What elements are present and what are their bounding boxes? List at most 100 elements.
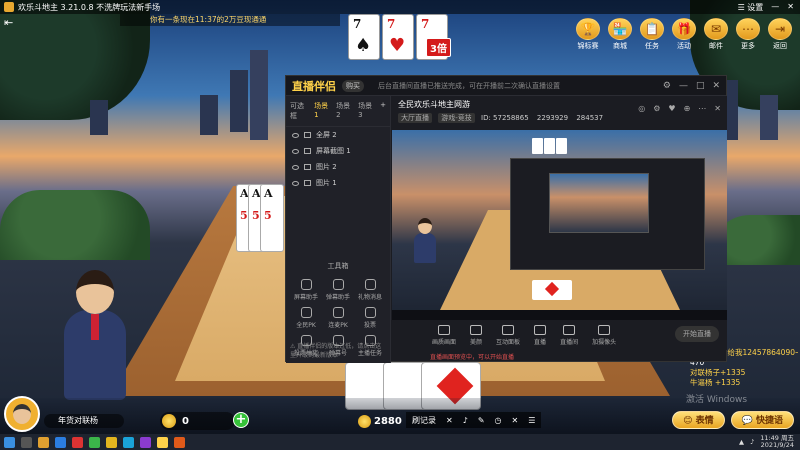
source-item[interactable]: 图片 2	[286, 159, 390, 175]
browser-icon[interactable]	[55, 436, 66, 448]
tool-screen-assistant[interactable]: 屏幕助手	[290, 279, 322, 301]
record-button[interactable]: 刷记录	[412, 415, 436, 426]
menu-icon[interactable]: ☰	[528, 416, 535, 425]
settings-button[interactable]: ☰ 设置	[738, 2, 764, 13]
room-info-bar: 全民欢乐斗地主网游 大厅直播 游戏-竞技 ID: 57258865 229392…	[392, 96, 727, 130]
add-icon[interactable]: ⊕	[684, 104, 691, 113]
eye-icon[interactable]	[292, 164, 299, 170]
stream-preview[interactable]	[392, 130, 727, 320]
opponent-avatar[interactable]	[60, 270, 130, 400]
start-live-button[interactable]: 开始直播	[675, 326, 719, 342]
more-icon[interactable]: ⋯	[698, 104, 706, 113]
ctrl-label: 直播间	[560, 338, 579, 346]
emoji-button[interactable]: 😊 表情	[672, 411, 725, 429]
target-icon[interactable]: ◎	[638, 104, 645, 113]
game-icon[interactable]	[106, 436, 117, 448]
eye-icon[interactable]	[292, 180, 299, 186]
menu-back[interactable]: ⇥ 返回	[766, 18, 794, 51]
live-button[interactable]: 直播	[534, 324, 546, 346]
menu-label: 锦标赛	[577, 42, 599, 50]
tool-link-pk[interactable]: 连麦PK	[322, 307, 354, 329]
update-warning[interactable]: ⚠ 直播伴侣的版本过低，请点击这里升级到最新版本	[290, 341, 386, 359]
more-icon: ⋯	[736, 18, 760, 40]
card-rank: A	[264, 187, 273, 200]
maximize-button[interactable]: □	[696, 81, 705, 91]
system-tray: ▲ ♪ 11:49 周五 2021/9/24	[739, 435, 800, 449]
close-icon[interactable]: ✕	[512, 416, 519, 425]
quality-button[interactable]: 画质画面	[432, 324, 457, 346]
network-icon[interactable]: ▲	[739, 438, 744, 446]
gear-icon[interactable]: ⚙	[653, 104, 660, 113]
settings-icon[interactable]: ⚙	[663, 81, 671, 91]
card-rank: 7	[387, 17, 396, 31]
wechat-icon[interactable]	[89, 436, 100, 448]
speaker-button[interactable]: 加摄像头	[592, 324, 616, 346]
microphone-button[interactable]: 直播间	[560, 324, 579, 346]
player-avatar[interactable]	[4, 396, 40, 432]
source-item[interactable]: 屏幕截图 1	[286, 143, 390, 159]
source-item[interactable]: 图片 1	[286, 175, 390, 191]
heart-icon[interactable]: ♥	[668, 104, 675, 113]
edit-icon[interactable]: ✎	[478, 416, 485, 425]
source-label: 全屏 2	[316, 131, 337, 139]
exit-room-icon[interactable]: ⇤	[4, 16, 18, 29]
buy-badge[interactable]: 购买	[342, 79, 364, 92]
tool-icon	[364, 279, 376, 290]
building	[200, 95, 218, 135]
app-window-controls: ⚙ — □ ✕	[663, 81, 726, 91]
close-button[interactable]: ✕	[712, 81, 720, 91]
app-icon[interactable]	[72, 436, 83, 448]
streaming-app-icon[interactable]	[157, 436, 168, 448]
tab-scene-1[interactable]: 场景1	[314, 101, 330, 121]
menu-tasks[interactable]: 📋 任务	[638, 18, 666, 51]
preview-card	[532, 138, 543, 154]
add-coins-button[interactable]: +	[233, 412, 249, 428]
source-icon	[304, 164, 311, 170]
tool-gift-message[interactable]: 礼物消息	[354, 279, 386, 301]
ctrl-label: 画质画面	[432, 338, 457, 346]
close-icon[interactable]: ✕	[446, 416, 453, 425]
tool-danmaku-assistant[interactable]: 弹幕助手	[322, 279, 354, 301]
folder-icon[interactable]	[38, 436, 49, 448]
clock[interactable]: 11:49 周五 2021/9/24	[760, 435, 794, 449]
interact-panel-button[interactable]: 互动面板	[496, 324, 520, 346]
qq-icon[interactable]	[123, 436, 134, 448]
beauty-button[interactable]: 美颜	[470, 324, 482, 346]
volume-icon[interactable]: ♪	[750, 438, 754, 446]
windows-start-icon[interactable]	[4, 436, 15, 448]
eye-icon[interactable]	[292, 148, 299, 154]
timer-icon[interactable]: ◷	[495, 416, 502, 425]
nested-preview-inner	[549, 173, 649, 233]
music-icon[interactable]: ♪	[463, 416, 468, 425]
tab-scene-2[interactable]: 场景2	[336, 101, 352, 121]
tool-icon	[300, 307, 312, 318]
add-scene-button[interactable]: +	[380, 101, 386, 121]
menu-events[interactable]: 🎁 活动	[670, 18, 698, 51]
room-tag[interactable]: 大厅直播	[398, 113, 432, 123]
tab-sources[interactable]: 可选框	[290, 101, 308, 121]
chat-actions: 😊 表情 💬 快捷语	[672, 411, 794, 429]
source-item[interactable]: 全屏 2	[286, 127, 390, 143]
search-icon[interactable]	[21, 436, 32, 448]
minimize-button[interactable]: —	[679, 81, 688, 91]
quick-chat-button[interactable]: 💬 快捷语	[730, 411, 794, 429]
menu-label: 活动	[677, 42, 691, 50]
menu-shop[interactable]: 🏪 商城	[606, 18, 634, 51]
eye-icon[interactable]	[292, 132, 299, 138]
room-icons: ◎ ⚙ ♥ ⊕ ⋯ ✕	[638, 104, 721, 113]
minimize-button[interactable]: —	[771, 2, 779, 13]
app-icon[interactable]	[140, 436, 151, 448]
tool-pk[interactable]: 全民PK	[290, 307, 322, 329]
chat-line: 牛逼杨 +1335	[690, 378, 741, 387]
close-button[interactable]: ✕	[787, 2, 794, 13]
preview-card	[556, 138, 567, 154]
app-icon[interactable]	[174, 436, 185, 448]
menu-more[interactable]: ⋯ 更多	[734, 18, 762, 51]
app-notice: 后台直播间直播已推送完成，可在开播前二次确认直播设置	[378, 81, 560, 90]
close-icon[interactable]: ✕	[714, 104, 721, 113]
menu-tournament[interactable]: 🏆 锦标赛	[574, 18, 602, 51]
tool-vote[interactable]: 投票	[354, 307, 386, 329]
room-tag[interactable]: 游戏-竞技	[438, 113, 475, 123]
menu-mail[interactable]: ✉ 邮件	[702, 18, 730, 51]
tab-scene-3[interactable]: 场景3	[358, 101, 374, 121]
